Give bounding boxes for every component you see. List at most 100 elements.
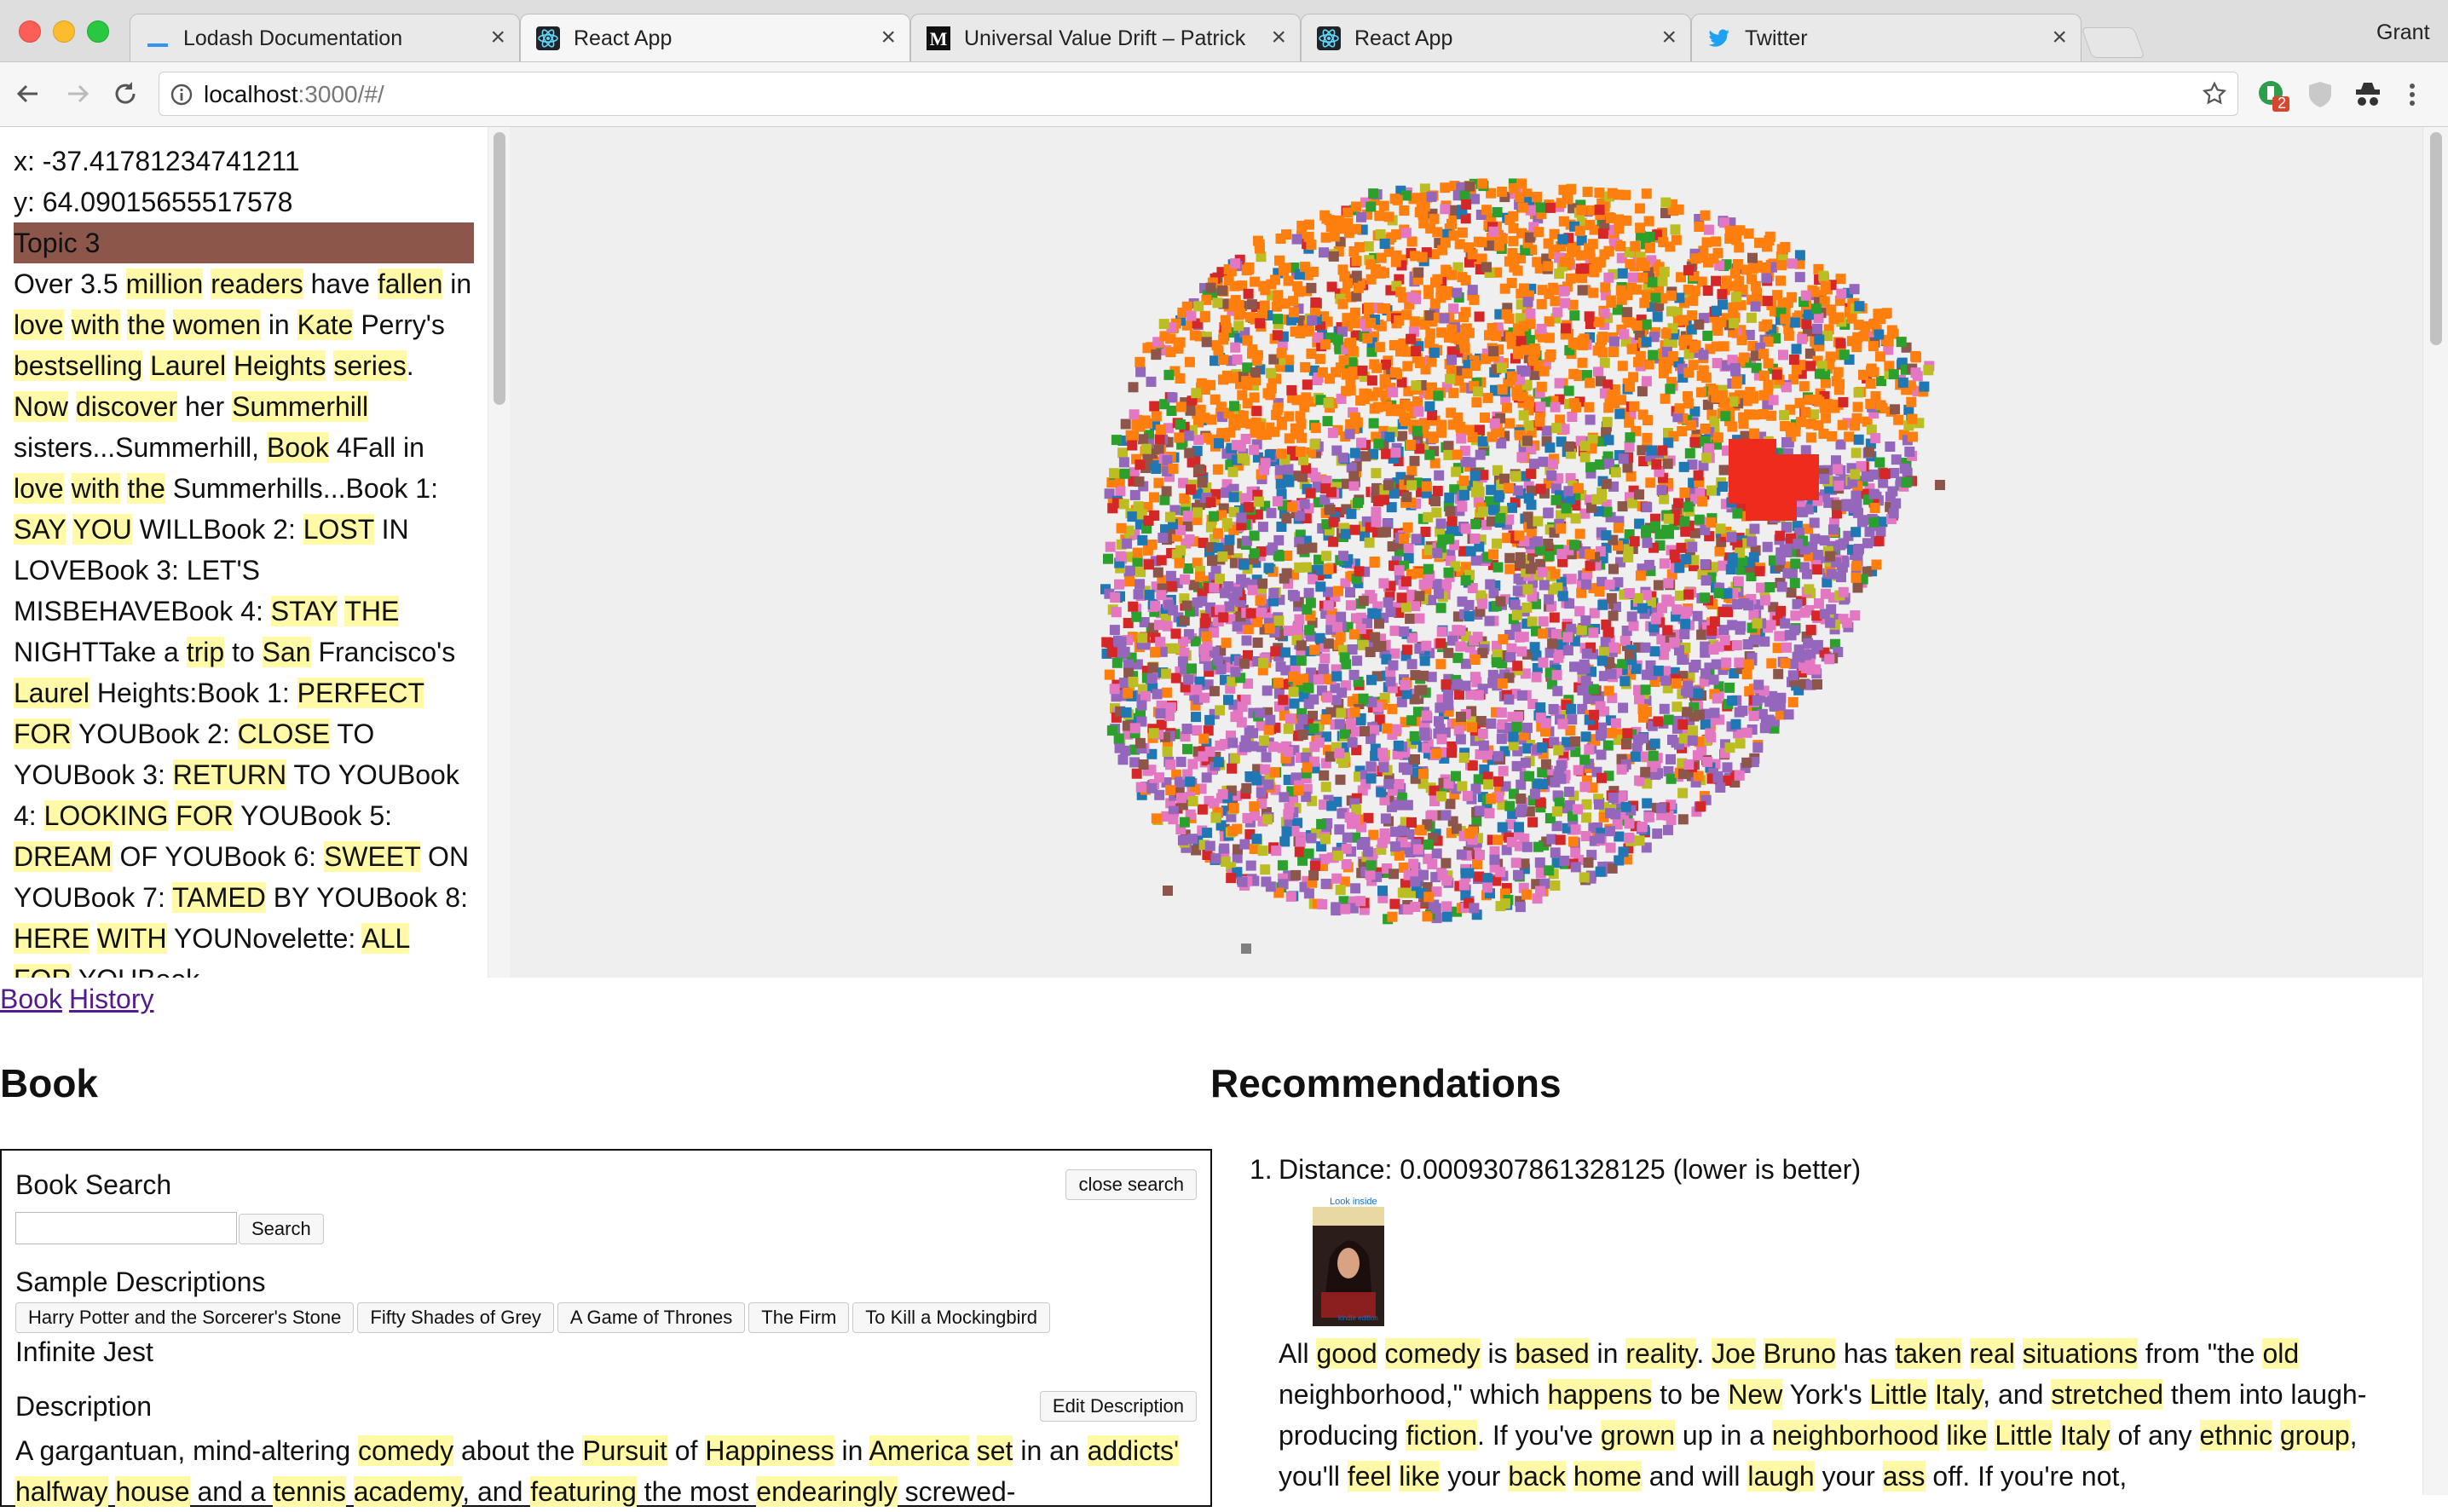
book-point[interactable] bbox=[1393, 799, 1403, 811]
book-point[interactable] bbox=[1331, 671, 1342, 682]
book-point[interactable] bbox=[1180, 574, 1191, 585]
book-point[interactable] bbox=[1799, 562, 1810, 573]
book-point[interactable] bbox=[1628, 620, 1639, 632]
book-point[interactable] bbox=[1478, 740, 1489, 751]
book-point[interactable] bbox=[1752, 695, 1763, 706]
close-window-button[interactable] bbox=[19, 20, 41, 43]
book-point[interactable] bbox=[1629, 536, 1640, 547]
book-point[interactable] bbox=[1209, 511, 1219, 522]
book-point[interactable] bbox=[1431, 848, 1442, 859]
book-point[interactable] bbox=[1538, 616, 1549, 627]
book-point[interactable] bbox=[1720, 411, 1731, 422]
book-point[interactable] bbox=[1718, 465, 1729, 476]
book-point[interactable] bbox=[1791, 364, 1802, 375]
book-point[interactable] bbox=[1368, 188, 1379, 199]
book-point[interactable] bbox=[1910, 367, 1921, 378]
book-point[interactable] bbox=[1557, 591, 1568, 602]
book-point[interactable] bbox=[1496, 733, 1507, 744]
book-point[interactable] bbox=[1148, 728, 1159, 739]
book-point[interactable] bbox=[1166, 580, 1177, 592]
book-point[interactable] bbox=[1283, 275, 1294, 286]
book-point[interactable] bbox=[1303, 888, 1314, 899]
book-point[interactable] bbox=[1585, 248, 1596, 259]
book-point[interactable] bbox=[1132, 556, 1143, 567]
book-point[interactable] bbox=[1653, 580, 1664, 591]
book-point[interactable] bbox=[1505, 332, 1516, 343]
book-point[interactable] bbox=[1363, 241, 1374, 252]
book-point[interactable] bbox=[1499, 898, 1510, 909]
book-point[interactable] bbox=[1617, 659, 1628, 670]
book-point[interactable] bbox=[1637, 272, 1648, 283]
book-point[interactable] bbox=[1292, 622, 1303, 633]
book-point[interactable] bbox=[1348, 470, 1360, 482]
book-point[interactable] bbox=[1835, 274, 1846, 285]
book-point[interactable] bbox=[1509, 183, 1520, 194]
book-point[interactable] bbox=[1512, 661, 1523, 672]
book-point[interactable] bbox=[1874, 535, 1885, 546]
book-point[interactable] bbox=[1217, 355, 1228, 366]
book-point[interactable] bbox=[1804, 584, 1815, 595]
book-point[interactable] bbox=[1736, 335, 1747, 346]
book-point[interactable] bbox=[1594, 586, 1605, 597]
book-point[interactable] bbox=[1923, 365, 1934, 376]
book-point[interactable] bbox=[1249, 548, 1260, 559]
browser-menu-icon[interactable] bbox=[2404, 79, 2434, 110]
book-point[interactable] bbox=[1373, 438, 1384, 449]
book-point[interactable] bbox=[1423, 892, 1435, 903]
book-point[interactable] bbox=[1391, 404, 1402, 415]
book-point[interactable] bbox=[1306, 282, 1317, 293]
book-point[interactable] bbox=[1162, 746, 1173, 757]
book-point[interactable] bbox=[1461, 323, 1472, 334]
book-point[interactable] bbox=[1760, 263, 1771, 274]
book-point[interactable] bbox=[1747, 263, 1758, 274]
book-point[interactable] bbox=[1273, 290, 1284, 301]
book-point[interactable] bbox=[1443, 648, 1454, 659]
book-point[interactable] bbox=[1669, 549, 1680, 560]
book-point[interactable] bbox=[1403, 543, 1414, 554]
book-point[interactable] bbox=[1853, 434, 1864, 445]
book-point[interactable] bbox=[1218, 612, 1229, 623]
zoom-window-button[interactable] bbox=[87, 20, 109, 43]
book-point[interactable] bbox=[1663, 578, 1674, 589]
book-point[interactable] bbox=[1299, 499, 1310, 510]
book-point[interactable] bbox=[1538, 628, 1549, 639]
book-point[interactable] bbox=[1766, 658, 1777, 669]
book-point[interactable] bbox=[1759, 723, 1770, 734]
book-point[interactable] bbox=[1584, 311, 1595, 322]
book-point[interactable] bbox=[1484, 808, 1495, 819]
book-point[interactable] bbox=[1240, 434, 1251, 444]
book-point[interactable] bbox=[1744, 659, 1754, 670]
book-point[interactable] bbox=[1504, 563, 1516, 574]
book-point[interactable] bbox=[1718, 625, 1729, 636]
tab-close-icon[interactable]: × bbox=[2052, 23, 2067, 52]
book-point[interactable] bbox=[1538, 657, 1549, 668]
book-point[interactable] bbox=[1624, 832, 1635, 843]
book-point[interactable] bbox=[1850, 572, 1862, 583]
book-point[interactable] bbox=[1354, 242, 1365, 253]
book-point[interactable] bbox=[1799, 607, 1810, 618]
book-point[interactable] bbox=[1573, 765, 1584, 776]
book-point[interactable] bbox=[1117, 754, 1129, 765]
book-point[interactable] bbox=[1358, 596, 1369, 607]
book-point[interactable] bbox=[1434, 588, 1444, 599]
book-point[interactable] bbox=[1391, 229, 1402, 240]
book-point[interactable] bbox=[1617, 361, 1628, 372]
book-point[interactable] bbox=[1694, 709, 1705, 720]
book-point[interactable] bbox=[1518, 320, 1529, 332]
tab-close-icon[interactable]: × bbox=[490, 23, 505, 52]
book-point[interactable] bbox=[1301, 562, 1312, 573]
book-point[interactable] bbox=[1825, 351, 1836, 362]
book-point[interactable] bbox=[1454, 239, 1465, 250]
book-point[interactable] bbox=[1695, 387, 1706, 398]
book-point[interactable] bbox=[1558, 286, 1569, 297]
book-point[interactable] bbox=[1342, 832, 1353, 843]
book-point[interactable] bbox=[1475, 805, 1486, 817]
book-point[interactable] bbox=[1191, 388, 1202, 399]
book-point[interactable] bbox=[1608, 563, 1619, 574]
book-point[interactable] bbox=[1214, 438, 1224, 449]
book-point[interactable] bbox=[1819, 535, 1830, 546]
book-point[interactable] bbox=[1286, 384, 1297, 395]
book-point[interactable] bbox=[1622, 462, 1633, 473]
book-point[interactable] bbox=[1349, 447, 1360, 459]
book-point[interactable] bbox=[1279, 836, 1290, 847]
